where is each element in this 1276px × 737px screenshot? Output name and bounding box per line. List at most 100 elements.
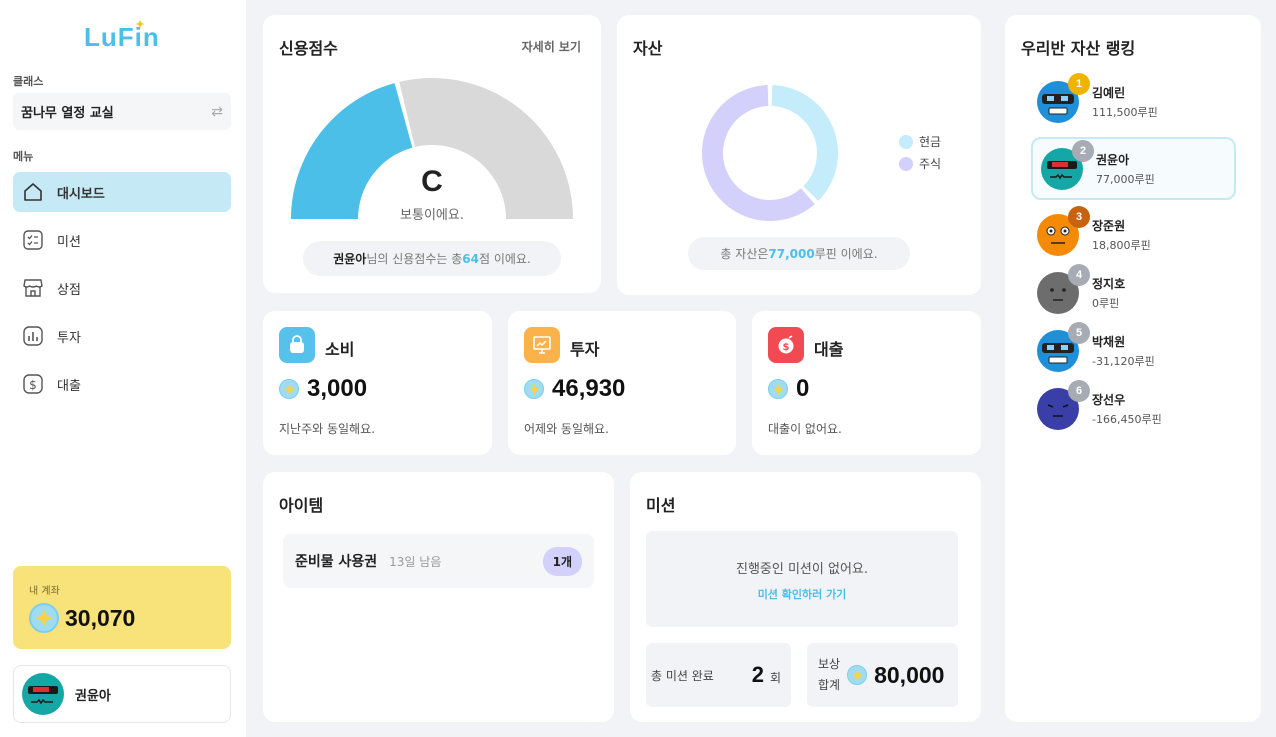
ranking-item[interactable]: 5 박채원 -31,120루핀 (1037, 322, 1241, 376)
stat-note: 지난주와 동일해요. (279, 422, 375, 436)
nav-item-label: 대시보드 (57, 186, 105, 202)
rank-badge: 5 (1068, 322, 1090, 344)
class-selector[interactable]: 꿈나무 열정 교실 ⇄ (13, 93, 231, 130)
reward-label: 보상합계 (818, 654, 840, 696)
nav-item-loan[interactable]: $ 대출 (13, 364, 231, 404)
legend-swatch (899, 134, 913, 149)
missions-empty-text: 진행중인 미션이 없어요. (736, 562, 868, 577)
nav-item-label: 미션 (57, 234, 81, 250)
svg-text:$: $ (783, 342, 790, 353)
rank-badge: 4 (1068, 264, 1090, 286)
completed-count: 2 (751, 662, 764, 687)
lufin-coin-icon (847, 665, 868, 685)
summary-text: 총 자산은 (720, 247, 769, 261)
item-row[interactable]: 준비물 사용권 13일 남음 1개 (283, 534, 594, 588)
summary-user-name: 권윤아 (333, 252, 367, 266)
ranking-amount: 0루핀 (1092, 297, 1120, 310)
summary-text: 님의 신용점수는 총 (366, 252, 463, 266)
lufin-coin-icon (768, 379, 788, 399)
stat-value: 46,930 (552, 375, 626, 402)
money-bag-icon: $ (768, 327, 804, 363)
reward-total-value: 80,000 (874, 661, 945, 688)
legend-label: 주식 (919, 157, 942, 171)
class-name: 꿈나무 열정 교실 (21, 106, 114, 121)
loan-card[interactable]: $ 대출 0 대출이 없어요. (752, 311, 981, 455)
donut-slice (771, 85, 838, 201)
ranking-title: 우리반 자산 랭킹 (1021, 39, 1136, 58)
ranking-amount: 111,500루핀 (1092, 106, 1158, 119)
ranking-item[interactable]: 1 김예린 111,500루핀 (1037, 73, 1241, 127)
rank-badge: 1 (1068, 73, 1090, 95)
item-name: 준비물 사용권 (295, 554, 378, 570)
lufin-coin-icon (279, 379, 299, 399)
credit-score-card: 신용점수 자세히 보기 C 보통이에요. 권윤아 님의 신용점수는 총 64 점… (263, 15, 601, 293)
swap-icon[interactable]: ⇄ (211, 104, 223, 120)
reward-label-line: 보상 (818, 657, 841, 671)
total-assets-value: 77,000 (768, 246, 815, 261)
ranking-name: 장선우 (1092, 393, 1126, 407)
ranking-name: 정지호 (1092, 277, 1126, 291)
items-card: 아이템 준비물 사용권 13일 남음 1개 (263, 472, 614, 722)
item-remaining: 13일 남음 (389, 554, 442, 569)
my-account-card[interactable]: 내 계좌 30,070 (13, 566, 231, 649)
user-profile[interactable]: 권윤아 (13, 665, 231, 723)
ranking-name: 장준원 (1092, 219, 1126, 233)
nav-menu: 대시보드 미션 상점 투자 $ 대출 (13, 172, 231, 412)
sparkle-icon: ✦ (135, 19, 146, 31)
ranking-item[interactable]: 6 장선우 -166,450루핀 (1037, 380, 1241, 434)
legend-label: 현금 (919, 135, 942, 149)
assets-donut-chart (702, 85, 838, 221)
profile-name: 권윤아 (75, 688, 111, 704)
logo-text: LuFin (84, 22, 160, 52)
ranking-item[interactable]: 3 장준원 18,800루핀 (1037, 206, 1241, 260)
nav-item-mission[interactable]: 미션 (13, 220, 231, 260)
rank-badge: 2 (1072, 139, 1094, 162)
ranking-name: 권윤아 (1096, 152, 1130, 167)
lufin-coin-icon (29, 603, 59, 633)
svg-text:$: $ (29, 378, 37, 392)
store-icon (22, 277, 44, 299)
ranking-card: 우리반 자산 랭킹 1 김예린 111,500루핀 2 권윤아 77,000루핀 3… (1005, 15, 1261, 722)
spending-card[interactable]: 소비 3,000 지난주와 동일해요. (263, 311, 492, 455)
investment-card[interactable]: 투자 46,930 어제와 동일해요. (508, 311, 736, 455)
legend-stock: 주식 (899, 155, 941, 172)
go-to-missions-link[interactable]: 미션 확인하러 가기 (646, 586, 958, 602)
assets-summary: 총 자산은 77,000 루핀 이에요. (688, 237, 910, 270)
assets-card: 자산 현금 주식 총 자산은 77,000 루핀 이에요. (617, 15, 981, 295)
checklist-icon (22, 229, 44, 251)
lufin-coin-icon (524, 379, 544, 399)
stat-value: 3,000 (307, 375, 368, 402)
ranking-item-me[interactable]: 2 권윤아 77,000루핀 (1031, 137, 1236, 200)
ranking-item[interactable]: 4 정지호 0루핀 (1037, 264, 1241, 318)
legend-swatch (899, 156, 913, 171)
nav-item-dashboard[interactable]: 대시보드 (13, 172, 231, 212)
app-logo[interactable]: LuFin ✦ (84, 19, 160, 53)
credit-grade-desc: 보통이에요. (400, 208, 464, 223)
nav-item-label: 상점 (57, 282, 81, 298)
missions-empty-state: 진행중인 미션이 없어요. 미션 확인하러 가기 (646, 531, 958, 627)
presentation-chart-icon (524, 327, 560, 363)
legend-cash: 현금 (899, 133, 941, 150)
account-amount: 30,070 (65, 604, 136, 631)
rank-badge: 6 (1068, 380, 1090, 402)
stat-title: 소비 (325, 340, 355, 359)
sidebar: LuFin ✦ 클래스 꿈나무 열정 교실 ⇄ 메뉴 대시보드 미션 상점 투자… (0, 0, 246, 737)
completed-unit: 회 (769, 670, 781, 685)
nav-item-store[interactable]: 상점 (13, 268, 231, 308)
summary-text-end: 점 이에요. (478, 252, 531, 266)
ranking-amount: -31,120루핀 (1092, 355, 1155, 368)
assets-title: 자산 (633, 39, 663, 58)
chart-icon (22, 325, 44, 347)
credit-grade: C (421, 165, 443, 198)
nav-item-invest[interactable]: 투자 (13, 316, 231, 356)
stat-note: 대출이 없어요. (768, 422, 842, 436)
reward-label-line: 합계 (818, 678, 841, 692)
ranking-name: 김예린 (1092, 86, 1126, 100)
ranking-amount: -166,450루핀 (1092, 413, 1162, 426)
class-label: 클래스 (13, 75, 44, 88)
missions-title: 미션 (646, 496, 676, 515)
rank-badge: 3 (1068, 206, 1090, 228)
stat-title: 투자 (570, 340, 600, 359)
credit-summary: 권윤아 님의 신용점수는 총 64 점 이에요. (303, 241, 561, 276)
completed-label: 총 미션 완료 (651, 668, 714, 683)
